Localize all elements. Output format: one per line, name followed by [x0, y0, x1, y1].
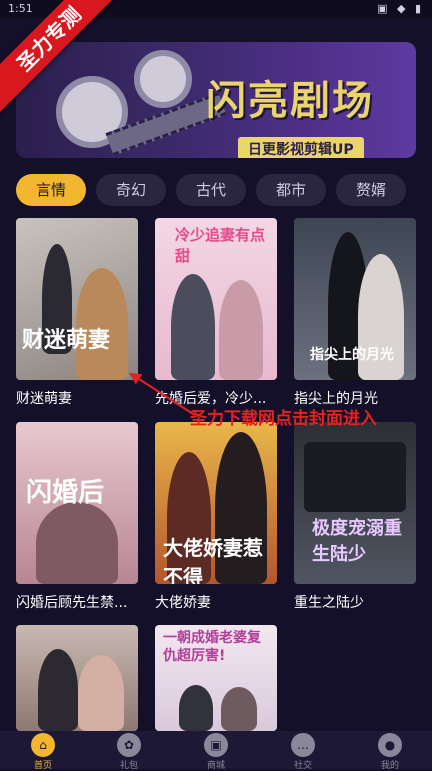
nav-item-shop[interactable]: ▣ 商城: [186, 733, 246, 771]
drama-card[interactable]: 指尖上的月光 指尖上的月光: [294, 218, 418, 407]
film-reel-icon: [134, 50, 192, 108]
tab-fantasy[interactable]: 奇幻: [96, 174, 166, 206]
drama-cover[interactable]: 一朝成婚老婆复仇超厉害!: [155, 625, 277, 731]
banner-subtitle: 日更影视剪辑UP: [238, 137, 364, 158]
drama-card[interactable]: 闪婚后 闪婚后顾先生禁...: [16, 422, 140, 611]
drama-cover[interactable]: 指尖上的月光: [294, 218, 416, 380]
drama-card[interactable]: [16, 625, 140, 731]
drama-cover[interactable]: [16, 625, 138, 731]
drama-cover[interactable]: 闪婚后: [16, 422, 138, 584]
tab-city[interactable]: 都市: [256, 174, 326, 206]
drama-card[interactable]: 冷少追妻有点甜 先婚后爱，冷少...: [155, 218, 279, 407]
drama-title: 闪婚后顾先生禁...: [16, 595, 128, 611]
drama-card[interactable]: 极度宠溺重生陆少 重生之陆少: [294, 422, 418, 611]
tab-romance[interactable]: 言情: [16, 174, 86, 206]
drama-cover[interactable]: 极度宠溺重生陆少: [294, 422, 416, 584]
cover-title: 冷少追妻有点甜: [175, 226, 266, 265]
shop-icon: ▣: [204, 733, 228, 757]
nav-item-social[interactable]: … 社交: [273, 733, 333, 771]
drama-title: 重生之陆少: [294, 595, 364, 611]
drama-card[interactable]: 一朝成婚老婆复仇超厉害!: [155, 625, 279, 731]
drama-cover[interactable]: 财迷萌妻: [16, 218, 138, 380]
nav-label: 首页: [33, 761, 52, 771]
nav-item-home[interactable]: ⌂ 首页: [13, 733, 73, 771]
tab-ancient[interactable]: 古代: [176, 174, 246, 206]
annotation-note: 圣力下载网点击封面进入: [190, 409, 377, 429]
gift-icon: ✿: [117, 733, 141, 757]
cover-title: 大佬娇妻惹不得: [163, 536, 263, 584]
chat-icon: …: [291, 733, 315, 757]
cover-title: 一朝成婚老婆复仇超厉害!: [163, 630, 261, 664]
home-icon: ⌂: [31, 733, 55, 757]
nav-label: 礼包: [119, 761, 138, 771]
bottom-nav: ⌂ 首页 ✿ 礼包 ▣ 商城 … 社交 ● 我的: [0, 731, 432, 771]
nav-item-gift[interactable]: ✿ 礼包: [99, 733, 159, 771]
status-time: 1:51: [8, 2, 33, 15]
drama-cover[interactable]: 冷少追妻有点甜: [155, 218, 277, 380]
drama-card[interactable]: 大佬娇妻惹不得 大佬娇妻: [155, 422, 279, 611]
status-icons: ▣ ◆ ▮: [377, 2, 424, 15]
drama-title: 财迷萌妻: [16, 391, 72, 407]
nav-label: 社交: [293, 761, 312, 771]
banner-title: 闪亮剧场: [206, 78, 374, 124]
drama-cover[interactable]: 大佬娇妻惹不得: [155, 422, 277, 584]
user-icon: ●: [378, 733, 402, 757]
cover-title: 闪婚后: [26, 478, 105, 508]
tab-son-in-law[interactable]: 赘婿: [336, 174, 406, 206]
drama-card[interactable]: 财迷萌妻 财迷萌妻: [16, 218, 140, 407]
promo-banner[interactable]: 闪亮剧场 日更影视剪辑UP: [16, 42, 416, 158]
nav-label: 商城: [206, 761, 225, 771]
cover-title: 极度宠溺重生陆少: [312, 518, 402, 565]
nav-item-profile[interactable]: ● 我的: [360, 733, 420, 771]
drama-title: 大佬娇妻: [155, 595, 211, 611]
category-tabs: 言情 奇幻 古代 都市 赘婿: [16, 174, 426, 206]
cover-title: 指尖上的月光: [310, 347, 394, 363]
nav-label: 我的: [380, 761, 399, 771]
cover-title: 财迷萌妻: [22, 328, 111, 353]
